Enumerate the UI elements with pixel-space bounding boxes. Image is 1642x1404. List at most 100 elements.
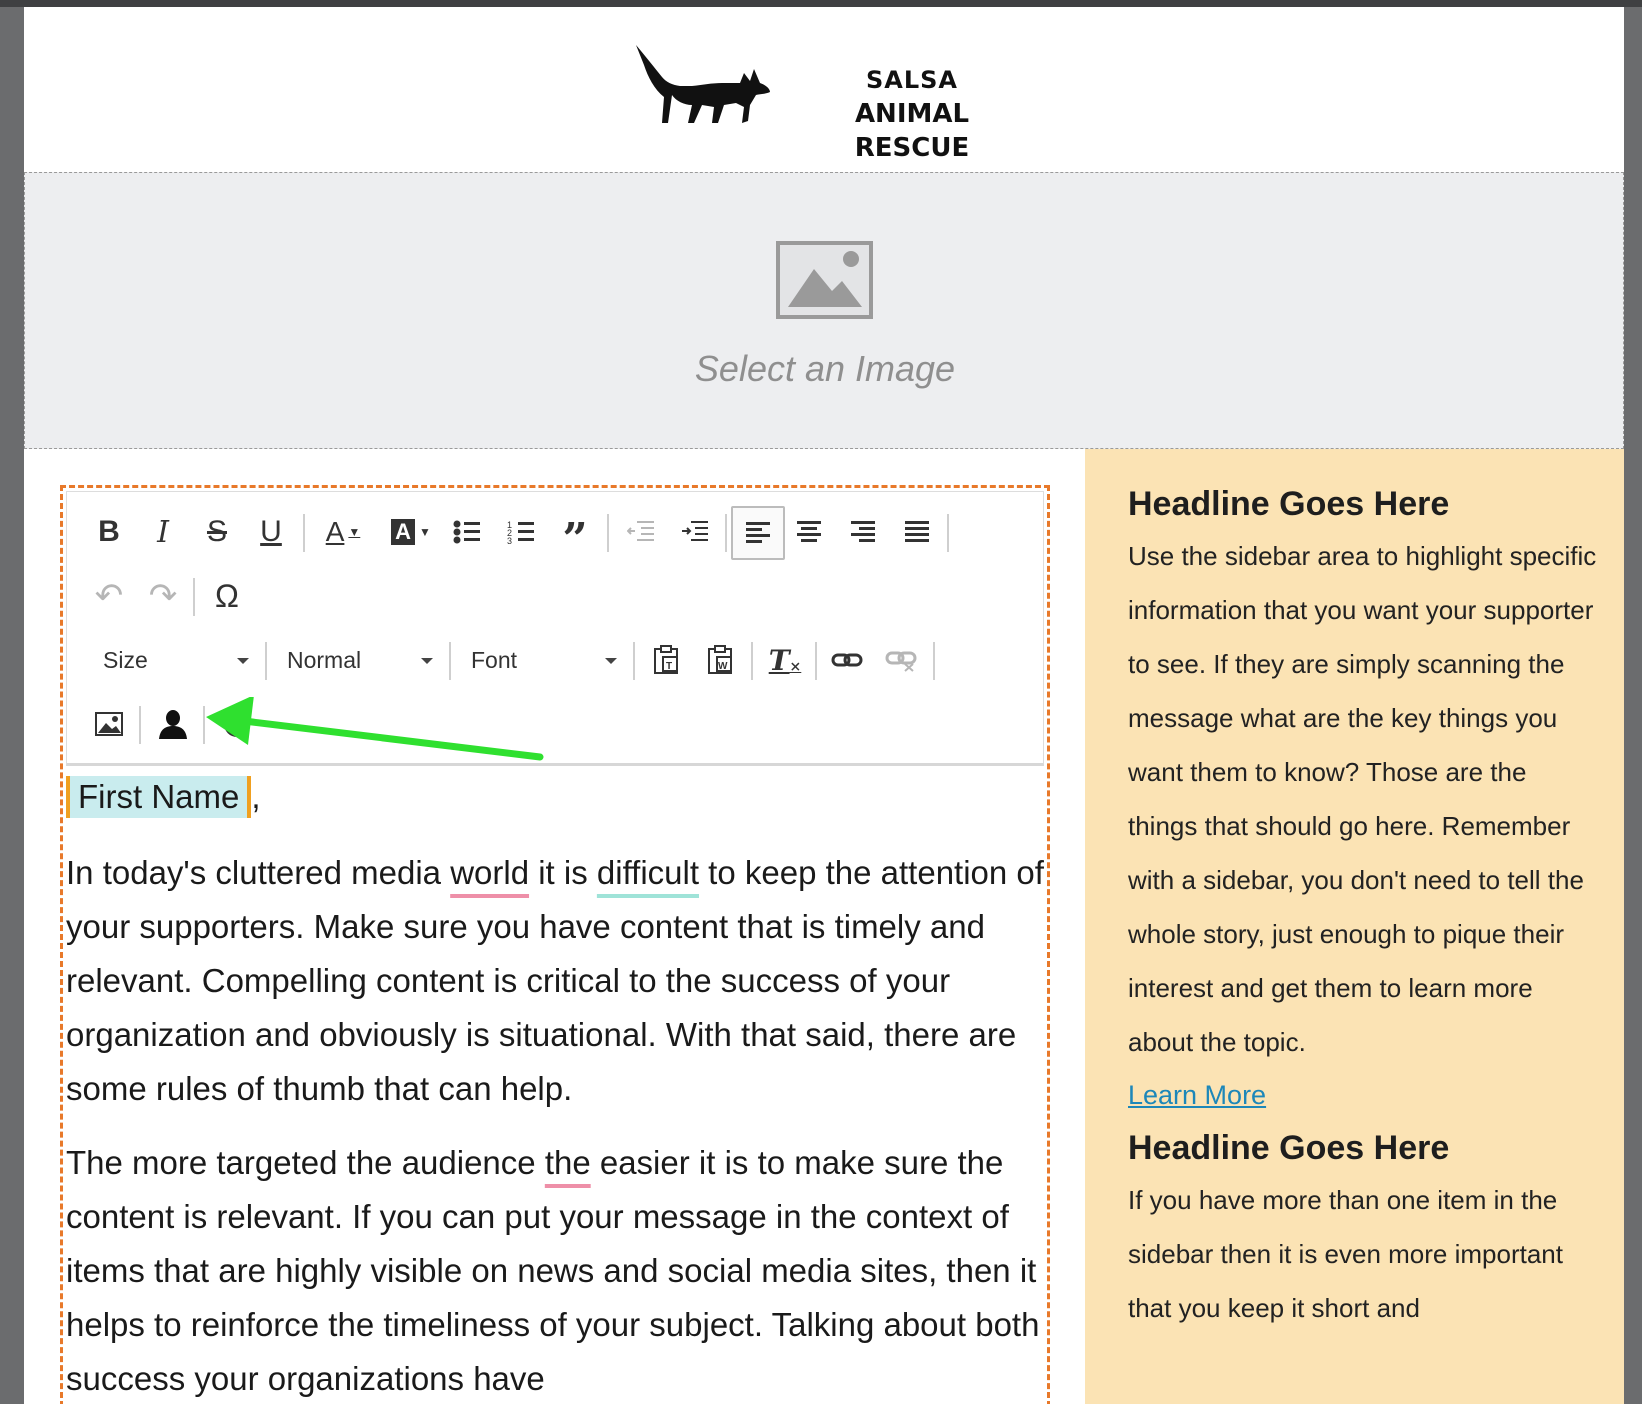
svg-text:W: W [718,661,728,672]
user-icon [159,710,187,739]
insert-image-button[interactable] [87,702,131,746]
first-name-merge-token[interactable]: First Name [66,776,252,818]
size-dropdown[interactable]: Size [103,638,249,682]
editor-content[interactable]: First Name, In today's cluttered media w… [66,768,1050,1404]
font-dropdown-label: Font [471,646,518,673]
svg-text:3: 3 [507,536,512,545]
undo-icon: ↶ [94,577,124,615]
toolbar-separator [815,642,817,680]
spellcheck-word[interactable]: world [450,854,529,891]
paste-text-icon: T [654,645,678,674]
bulleted-list-button[interactable] [445,510,489,554]
annotation-arrow-icon [206,697,544,761]
chevron-down-icon [605,658,617,664]
toolbar-separator [193,578,195,616]
image-placeholder-icon[interactable] [776,241,873,319]
spellcheck-word[interactable]: the [545,1144,591,1181]
align-center-icon [797,521,821,542]
brand-line-2: ANIMAL RESCUE [854,99,970,163]
paste-text-button[interactable]: T [645,638,689,682]
sidebar-text-1[interactable]: Use the sidebar area to highlight specif… [1128,529,1598,1069]
paragraph-text: to keep the attention of your supporters… [66,854,1044,1107]
italic-button[interactable]: I [141,510,185,554]
chevron-down-icon: ▼ [419,525,431,539]
sidebar-headline-1[interactable]: Headline Goes Here [1128,479,1598,529]
bold-button[interactable]: B [87,510,131,554]
grammar-check-word[interactable]: difficult [597,854,699,891]
indent-button[interactable] [673,510,717,554]
outdent-button[interactable] [619,510,663,554]
paste-word-button[interactable]: W [699,638,743,682]
numbered-list-button[interactable]: 123 [499,510,543,554]
format-dropdown[interactable]: Normal [287,638,433,682]
link-button[interactable] [825,638,869,682]
paragraph-text: easier it is to make sure the content is… [66,1144,1040,1397]
remove-format-button[interactable]: T × [763,638,807,682]
chevron-down-icon [421,658,433,664]
sidebar-text-2[interactable]: If you have more than one item in the si… [1128,1173,1598,1335]
chevron-down-icon: ▼ [348,525,361,539]
bulleted-list-icon [453,520,480,544]
undo-button[interactable]: ↶ [87,574,131,618]
paragraph-text: In today's cluttered media [66,854,451,891]
blockquote-button[interactable]: ” [553,510,597,565]
toolbar-separator [139,706,141,744]
chevron-down-icon [237,658,249,664]
body-paragraph-1[interactable]: In today's cluttered media world it is d… [66,846,1050,1116]
paste-word-icon: W [708,645,732,674]
justify-button[interactable] [895,510,939,554]
underline-button[interactable]: U [249,510,293,554]
toolbar-separator [751,642,753,680]
outdent-icon [627,521,654,541]
text-color-button[interactable]: A ▼ [315,510,371,554]
toolbar-separator [265,642,267,680]
image-placeholder-block[interactable]: Select an Image [24,172,1624,449]
align-left-icon [746,522,770,543]
brand-name: SALSA ANIMAL RESCUE [802,63,1022,165]
omega-icon: Ω [215,577,239,614]
align-right-button[interactable] [841,510,885,554]
email-header[interactable]: SALSA ANIMAL RESCUE [24,7,1624,172]
brand-logo: SALSA ANIMAL RESCUE [632,39,1032,163]
merge-field-button[interactable] [151,702,195,746]
indent-icon [682,521,708,541]
learn-more-link[interactable]: Learn More [1128,1069,1598,1121]
image-icon [95,712,123,736]
body-paragraph-2[interactable]: The more targeted the audience the easie… [66,1136,1050,1404]
numbered-list-icon: 123 [507,520,534,545]
svg-text:T: T [666,661,672,672]
font-dropdown[interactable]: Font [471,638,617,682]
align-left-button[interactable] [731,506,785,560]
strikethrough-button[interactable]: S [195,510,239,554]
paragraph-text: The more targeted the audience [66,1144,545,1181]
toolbar-separator [725,514,727,552]
background-color-icon: A [391,519,415,545]
email-canvas: SALSA ANIMAL RESCUE Select an Image B I … [24,7,1624,1404]
toolbar-separator [633,642,635,680]
format-dropdown-label: Normal [287,646,362,673]
background-color-button[interactable]: A ▼ [383,510,439,554]
sidebar-headline-2[interactable]: Headline Goes Here [1128,1123,1598,1173]
unlink-icon [885,651,917,672]
special-character-button[interactable]: Ω [205,574,249,618]
greeting-line[interactable]: First Name, [66,770,1050,826]
toolbar-separator [607,514,609,552]
sidebar[interactable]: Headline Goes Here Use the sidebar area … [1085,449,1624,1404]
redo-icon: ↷ [148,577,178,615]
align-center-button[interactable] [787,510,831,554]
text-color-icon: A [325,516,345,547]
rich-text-editor[interactable]: B I S U A ▼ A ▼ 123 ” ↶ ↷ Ω Size Normal … [60,485,1050,1404]
quote-icon: ” [562,513,588,565]
unlink-button[interactable] [879,638,923,682]
close-icon: × [789,659,802,675]
redo-button[interactable]: ↷ [141,574,185,618]
toolbar-separator [947,514,949,552]
link-icon [831,653,863,667]
toolbar-separator [303,514,305,552]
align-right-icon [851,521,875,542]
toolbar-separator [449,642,451,680]
select-image-label[interactable]: Select an Image [25,348,1624,390]
paragraph-text: it is [529,854,597,891]
fox-icon [636,45,770,123]
sidebar-content[interactable]: Headline Goes Here Use the sidebar area … [1128,479,1598,1335]
